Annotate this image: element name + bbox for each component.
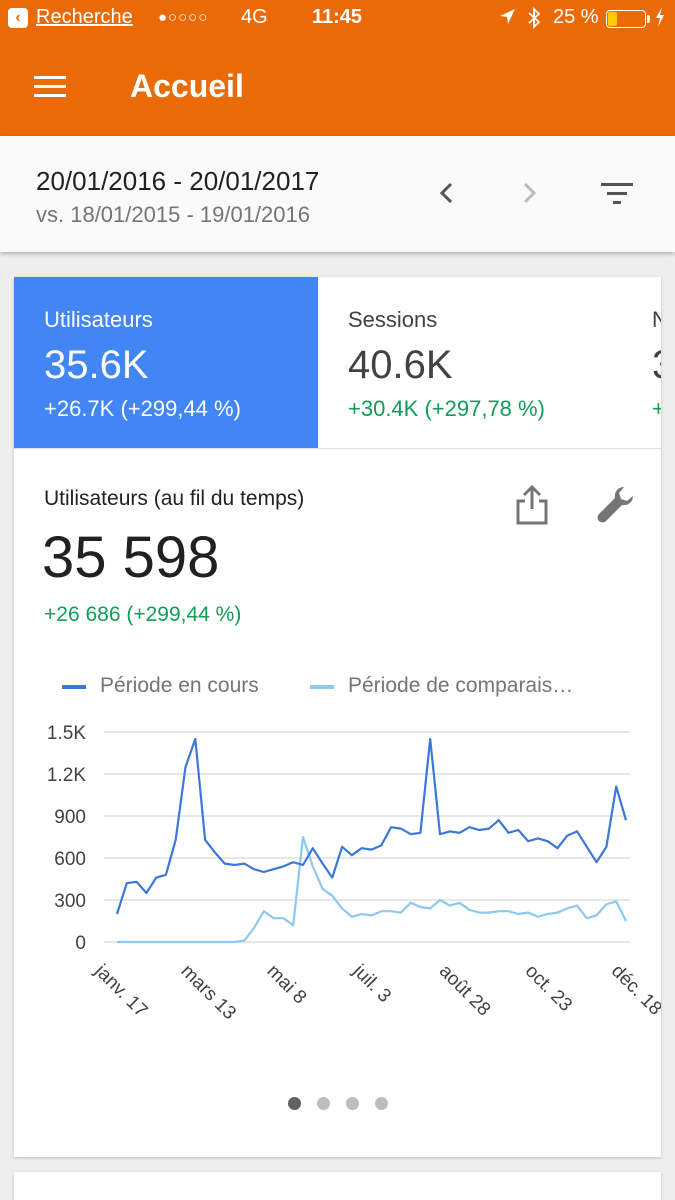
- filter-icon[interactable]: [598, 180, 638, 210]
- hamburger-menu-icon[interactable]: [34, 76, 68, 100]
- pagination-dot[interactable]: [288, 1097, 301, 1110]
- next-card: [14, 1172, 661, 1200]
- y-tick-label: 300: [54, 891, 86, 912]
- tab-users[interactable]: Utilisateurs 35.6K +26.7K (+299,44 %): [14, 277, 318, 448]
- tab-value: 35.6K: [44, 343, 149, 387]
- wrench-icon[interactable]: [594, 483, 638, 527]
- legend-label: Période en cours: [100, 674, 259, 697]
- back-to-search-link[interactable]: Recherche: [36, 6, 133, 29]
- chevron-left-icon[interactable]: [434, 178, 458, 208]
- y-tick-label: 0: [75, 933, 86, 954]
- x-tick-label: août 28: [435, 961, 495, 1021]
- location-icon: [498, 6, 516, 34]
- charging-icon: [654, 6, 666, 33]
- legend-swatch: [310, 685, 334, 689]
- tab-label: N: [652, 307, 661, 333]
- series-line-comparison: [117, 835, 627, 944]
- legend-swatch: [62, 685, 86, 689]
- share-icon[interactable]: [512, 483, 552, 527]
- pagination-dot[interactable]: [375, 1097, 388, 1110]
- tab-sessions[interactable]: Sessions 40.6K +30.4K (+297,78 %): [318, 277, 622, 448]
- y-tick-label: 900: [54, 807, 86, 828]
- battery-nub: [647, 15, 650, 23]
- x-tick-label: déc. 18: [607, 961, 661, 1020]
- legend-label: Période de comparais…: [348, 674, 574, 697]
- x-tick-label: mai 8: [263, 961, 311, 1009]
- tab-next-metric[interactable]: N 3 +: [622, 277, 661, 448]
- network-type: 4G: [241, 6, 268, 28]
- metric-value: 35 598: [42, 525, 220, 590]
- date-range-bar: 20/01/2016 - 20/01/2017 vs. 18/01/2015 -…: [0, 136, 675, 252]
- x-tick-label: mars 13: [177, 961, 240, 1024]
- y-tick-label: 600: [54, 849, 86, 870]
- series-line-current: [115, 737, 628, 915]
- pagination-dot[interactable]: [317, 1097, 330, 1110]
- date-range-comparison[interactable]: vs. 18/01/2015 - 19/01/2016: [36, 202, 310, 228]
- battery-percentage: 25 %: [553, 6, 599, 28]
- metric-delta: +26 686 (+299,44 %): [44, 603, 242, 626]
- y-tick-label: 1.2K: [47, 765, 86, 786]
- tab-label: Utilisateurs: [44, 307, 153, 332]
- status-bar: ‹ Recherche ●○○○○ 4G 11:45 25 %: [0, 0, 675, 36]
- users-line-chart: 0 300 600 900 1.2K 1.5K janv. 17 mars 13 mai 8 ju…: [47, 723, 661, 1024]
- battery-icon: [606, 10, 646, 28]
- pagination-dots: [288, 1097, 398, 1111]
- bluetooth-icon: [526, 6, 542, 36]
- x-tick-label: oct. 23: [521, 961, 576, 1016]
- tab-delta: +26.7K (+299,44 %): [44, 396, 241, 421]
- tab-value: 3: [652, 343, 661, 388]
- overview-card: Utilisateurs 35.6K +26.7K (+299,44 %) Se…: [14, 277, 661, 1157]
- pagination-dot[interactable]: [346, 1097, 359, 1110]
- back-icon[interactable]: ‹: [8, 8, 28, 28]
- metric-title: Utilisateurs (au fil du temps): [44, 487, 305, 510]
- x-tick-label: janv. 17: [90, 960, 152, 1022]
- clock: 11:45: [312, 6, 363, 28]
- battery-level: [608, 12, 617, 26]
- chevron-right-icon[interactable]: [518, 178, 542, 208]
- y-tick-label: 1.5K: [47, 723, 86, 744]
- metric-tabs: Utilisateurs 35.6K +26.7K (+299,44 %) Se…: [14, 277, 661, 449]
- date-range-current[interactable]: 20/01/2016 - 20/01/2017: [36, 166, 319, 197]
- tab-value: 40.6K: [348, 343, 453, 387]
- x-tick-label: juil. 3: [348, 960, 395, 1007]
- tab-delta: +: [652, 396, 661, 422]
- tab-label: Sessions: [348, 307, 438, 332]
- page-title: Accueil: [130, 68, 244, 104]
- app-bar: Accueil: [0, 36, 675, 136]
- signal-strength: ●○○○○: [158, 9, 209, 26]
- tab-delta: +30.4K (+297,78 %): [348, 396, 545, 421]
